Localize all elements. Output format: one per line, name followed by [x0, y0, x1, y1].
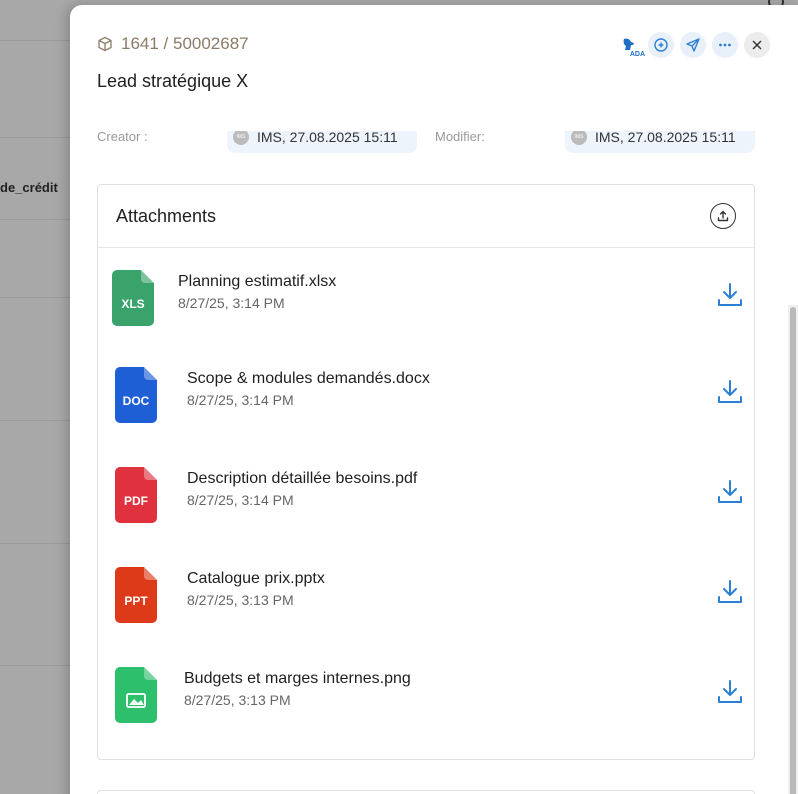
header-actions: ADA: [616, 32, 770, 58]
attachment-file-name[interactable]: Planning estimatif.xlsx: [178, 273, 336, 291]
cube-icon: [98, 36, 112, 52]
attachment-date: 8/27/25, 3:14 PM: [187, 492, 294, 508]
attachments-header: Attachments: [98, 185, 754, 248]
file-type-icon: DOC: [115, 367, 157, 423]
download-button[interactable]: [716, 281, 744, 309]
download-button[interactable]: [716, 478, 744, 506]
download-icon: [718, 580, 742, 603]
close-button[interactable]: [744, 32, 770, 58]
attachment-file-name[interactable]: Catalogue prix.pptx: [187, 570, 325, 588]
attachment-row[interactable]: XLS Planning estimatif.xlsx 8/27/25, 3:14 …: [98, 268, 754, 328]
page-title: Lead stratégique X: [97, 71, 249, 91]
file-type-icon: [115, 667, 157, 723]
record-id-text: 1641 / 50002687: [121, 34, 249, 53]
close-icon: [752, 40, 762, 50]
file-type-label: XLS: [121, 297, 144, 311]
more-horizontal-icon: [719, 43, 731, 47]
scroll-mask: [97, 121, 757, 131]
modifier-value: IMS, 27.08.2025 15:11: [595, 129, 736, 145]
download-button[interactable]: [716, 678, 744, 706]
scrollbar-thumb[interactable]: [790, 307, 796, 794]
avatar: IMS: [571, 129, 587, 145]
file-type-icon: PPT: [115, 567, 157, 623]
download-icon: [718, 380, 742, 403]
download-button[interactable]: [716, 378, 744, 406]
attachment-date: 8/27/25, 3:13 PM: [184, 692, 291, 708]
file-type-label: DOC: [123, 394, 150, 408]
download-icon: [718, 680, 742, 703]
attachments-title: Attachments: [116, 205, 217, 226]
download-button[interactable]: [716, 578, 744, 606]
file-type-label: PPT: [124, 594, 148, 608]
file-type-icon: XLS: [112, 270, 154, 326]
download-icon: [718, 283, 742, 306]
attachment-detail-panel: 1641 / 50002687 Lead stratégique X ADA C…: [70, 5, 798, 794]
attachment-date: 8/27/25, 3:14 PM: [178, 295, 285, 311]
more-options-button[interactable]: [712, 32, 738, 58]
attachments-card: Attachments XLS Planning estimatif.xlsx 8/…: [97, 184, 755, 760]
creator-label: Creator :: [97, 129, 148, 144]
background-column-label: de_crédit: [0, 180, 58, 195]
modifier-label: Modifier:: [435, 129, 485, 144]
add-comment-button[interactable]: [648, 32, 674, 58]
file-type-label: PDF: [124, 494, 148, 508]
download-icon: [718, 480, 742, 503]
attachment-row[interactable]: PPT Catalogue prix.pptx 8/27/25, 3:13 PM: [98, 565, 754, 625]
ada-badge: ADA: [629, 51, 645, 58]
attachment-row[interactable]: Budgets et marges internes.png 8/27/25, 3…: [98, 665, 754, 725]
attachment-date: 8/27/25, 3:14 PM: [187, 392, 294, 408]
attachment-file-name[interactable]: Description détaillée besoins.pdf: [187, 470, 417, 488]
creator-value: IMS, 27.08.2025 15:11: [257, 129, 398, 145]
attachment-row[interactable]: PDF Description détaillée besoins.pdf 8/27…: [98, 465, 754, 525]
next-section-card: [97, 790, 755, 794]
upload-icon: [717, 210, 729, 222]
send-button[interactable]: [680, 32, 706, 58]
record-id: 1641 / 50002687: [97, 34, 249, 54]
avatar: IMS: [233, 129, 249, 145]
attachment-row[interactable]: DOC Scope & modules demandés.docx 8/27/25,…: [98, 365, 754, 425]
attachment-date: 8/27/25, 3:13 PM: [187, 592, 294, 608]
file-type-icon: PDF: [115, 467, 157, 523]
ada-assistant-button[interactable]: ADA: [616, 32, 645, 58]
meta-row: Creator : IMS IMS, 27.08.2025 15:11 Modi…: [97, 121, 757, 153]
send-icon: [686, 38, 700, 52]
chat-plus-icon: [654, 38, 668, 52]
attachment-file-name[interactable]: Scope & modules demandés.docx: [187, 370, 430, 388]
upload-button[interactable]: [710, 203, 736, 229]
attachment-file-name[interactable]: Budgets et marges internes.png: [184, 670, 411, 688]
